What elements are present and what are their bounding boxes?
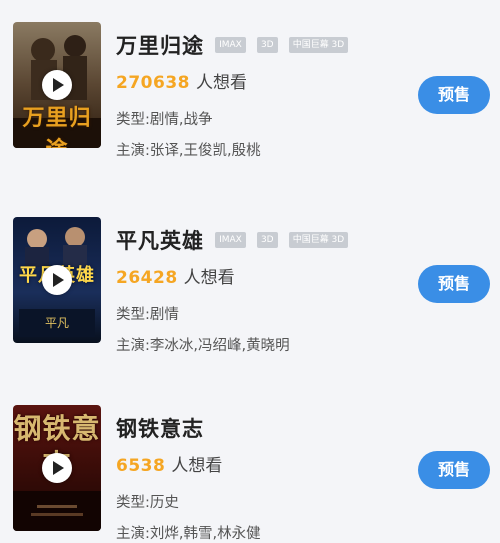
- want-to-see: 270638 人想看: [116, 68, 247, 93]
- movie-genre: 类型:历史: [116, 495, 179, 511]
- movie-genre: 类型:剧情: [116, 307, 179, 323]
- movie-title[interactable]: 万里归途: [116, 30, 204, 60]
- movie-poster[interactable]: 平凡 平凡英雄: [13, 217, 101, 343]
- movie-cast: 主演:张译,王俊凯,殷桃: [116, 143, 261, 159]
- title-row: 钢铁意志: [116, 413, 204, 445]
- want-label: 人想看: [171, 456, 223, 476]
- presale-button[interactable]: 预售: [418, 451, 490, 489]
- title-row: 万里归途 IMAX 3D 中国巨幕 3D: [116, 30, 349, 62]
- movie-poster[interactable]: 钢铁意志: [13, 405, 101, 531]
- play-icon[interactable]: [42, 70, 72, 100]
- 3d-badge: 3D: [256, 37, 278, 53]
- want-label: 人想看: [183, 268, 235, 288]
- presale-button[interactable]: 预售: [418, 265, 490, 303]
- movie-card[interactable]: 万里归途 万里归途 IMAX 3D 中国巨幕 3D 270638人想看 类型:剧…: [0, 12, 500, 182]
- want-label: 人想看: [195, 73, 247, 93]
- want-count: 6538: [116, 456, 166, 476]
- giant-screen-badge: 中国巨幕 3D: [288, 232, 349, 248]
- movie-cast: 主演:刘烨,韩雪,林永健: [116, 526, 261, 542]
- giant-screen-badge: 中国巨幕 3D: [288, 37, 349, 53]
- movie-card[interactable]: 平凡 平凡英雄 平凡英雄 IMAX 3D 中国巨幕 3D 26428人想看 类型…: [0, 207, 500, 377]
- 3d-badge: 3D: [256, 232, 278, 248]
- svg-text:平凡: 平凡: [45, 316, 69, 330]
- movie-poster[interactable]: 万里归途: [13, 22, 101, 148]
- movie-title[interactable]: 平凡英雄: [116, 225, 204, 255]
- movie-title[interactable]: 钢铁意志: [116, 413, 204, 443]
- movie-genre: 类型:剧情,战争: [116, 112, 213, 128]
- imax-badge: IMAX: [215, 37, 246, 53]
- presale-button[interactable]: 预售: [418, 76, 490, 114]
- movie-card[interactable]: 钢铁意志 钢铁意志 6538人想看 类型:历史 主演:刘烨,韩雪,林永健 预售: [0, 395, 500, 543]
- movie-list: 万里归途 万里归途 IMAX 3D 中国巨幕 3D 270638人想看 类型:剧…: [0, 0, 500, 543]
- want-count: 270638: [116, 73, 190, 93]
- imax-badge: IMAX: [215, 232, 246, 248]
- want-count: 26428: [116, 268, 178, 288]
- want-to-see: 6538 人想看: [116, 451, 222, 476]
- title-row: 平凡英雄 IMAX 3D 中国巨幕 3D: [116, 225, 349, 257]
- poster-title-text: 万里归途: [22, 106, 92, 148]
- movie-cast: 主演:李冰冰,冯绍峰,黄晓明: [116, 338, 290, 354]
- want-to-see: 26428 人想看: [116, 263, 235, 288]
- play-icon[interactable]: [42, 265, 72, 295]
- play-icon[interactable]: [42, 453, 72, 483]
